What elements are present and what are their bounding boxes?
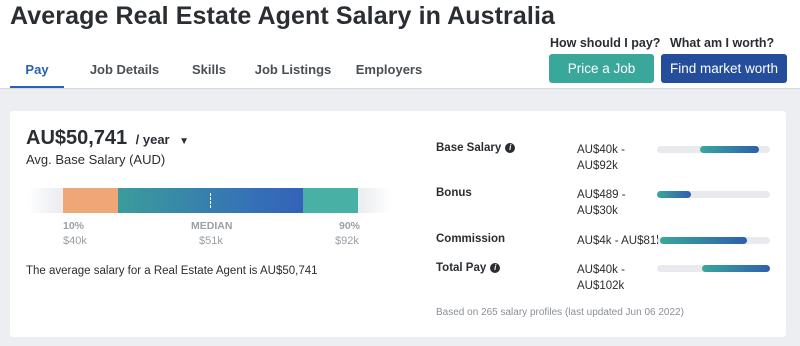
tab-employers[interactable]: Employers bbox=[353, 54, 425, 89]
salary-summary-text: The average salary for a Real Estate Age… bbox=[26, 265, 318, 277]
commission-bar-fill bbox=[660, 237, 748, 244]
tab-job-listings[interactable]: Job Listings bbox=[245, 54, 341, 89]
info-icon[interactable]: i bbox=[505, 143, 516, 153]
price-a-job-button[interactable]: Price a Job bbox=[549, 54, 654, 83]
range-high-value: $92k bbox=[335, 235, 359, 247]
bonus-bar-fill bbox=[657, 191, 691, 198]
total-pay-range: AU$40k - AU$102k bbox=[577, 262, 625, 294]
tab-bar: Pay Job Details Skills Job Listings Empl… bbox=[10, 54, 425, 89]
caret-down-icon[interactable]: ▼ bbox=[179, 136, 189, 147]
tab-skills[interactable]: Skills bbox=[185, 54, 233, 89]
salary-subtitle: Avg. Base Salary (AUD) bbox=[26, 152, 166, 167]
range-high-percent: 90% bbox=[339, 220, 361, 232]
data-footnote: Based on 265 salary profiles (last updat… bbox=[436, 307, 684, 318]
base-salary-bar-fill bbox=[699, 146, 759, 153]
median-marker bbox=[210, 193, 211, 208]
range-median-value: $51k bbox=[199, 235, 223, 247]
range-low-percent: 10% bbox=[63, 220, 85, 232]
total-pay-label: Total Pay i bbox=[436, 262, 501, 274]
range-low-value: $40k bbox=[63, 235, 87, 247]
base-salary-bar-track bbox=[657, 146, 770, 153]
range-median-label: MEDIAN bbox=[191, 220, 233, 232]
commission-range: AU$4k - AU$81k bbox=[577, 233, 662, 249]
bonus-range: AU$489 - AU$30k bbox=[577, 187, 626, 219]
total-pay-range-line2: AU$102k bbox=[577, 280, 625, 292]
commission-bar-track bbox=[657, 237, 770, 244]
range-segment-low bbox=[63, 188, 118, 213]
salary-amount: AU$50,741 bbox=[26, 127, 128, 149]
total-pay-range-line1: AU$40k - bbox=[577, 264, 625, 276]
bonus-range-line1: AU$489 - bbox=[577, 189, 626, 201]
base-salary-range-line2: AU$92k bbox=[577, 160, 618, 172]
commission-range-line1: AU$4k - AU$81k bbox=[577, 235, 663, 247]
range-segment-high bbox=[303, 188, 358, 213]
bonus-label: Bonus bbox=[436, 187, 472, 199]
base-salary-range: AU$40k - AU$92k bbox=[577, 142, 625, 174]
bonus-range-line2: AU$30k bbox=[577, 205, 618, 217]
pay-question-label: How should I pay? bbox=[550, 36, 661, 50]
info-icon[interactable]: i bbox=[490, 263, 501, 273]
find-market-worth-button[interactable]: Find market worth bbox=[661, 54, 787, 83]
total-pay-bar-track bbox=[657, 265, 770, 272]
base-salary-label-text: Base Salary bbox=[436, 142, 502, 154]
total-pay-bar-fill bbox=[702, 265, 770, 272]
tab-job-details[interactable]: Job Details bbox=[76, 54, 173, 89]
bonus-bar-track bbox=[657, 191, 770, 198]
salary-headline: AU$50,741 / year ▼ bbox=[26, 127, 189, 150]
period-selector[interactable]: / year bbox=[136, 132, 170, 147]
total-pay-label-text: Total Pay bbox=[436, 262, 487, 274]
base-salary-label: Base Salary i bbox=[436, 142, 516, 154]
commission-label: Commission bbox=[436, 233, 506, 245]
page-title: Average Real Estate Agent Salary in Aust… bbox=[10, 2, 555, 30]
page-header: Average Real Estate Agent Salary in Aust… bbox=[0, 0, 800, 89]
tab-pay[interactable]: Pay bbox=[10, 54, 64, 89]
worth-question-label: What am I worth? bbox=[670, 36, 775, 50]
base-salary-range-line1: AU$40k - bbox=[577, 144, 625, 156]
